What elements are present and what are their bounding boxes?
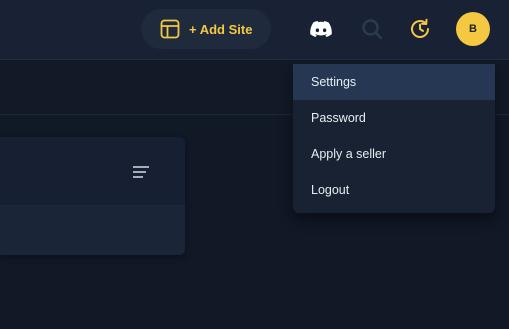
discord-icon[interactable] bbox=[310, 18, 332, 40]
history-icon[interactable] bbox=[408, 17, 432, 41]
card-header bbox=[0, 137, 185, 206]
avatar[interactable]: B bbox=[456, 12, 490, 46]
menu-item-settings[interactable]: Settings bbox=[293, 64, 495, 100]
menu-item-apply-seller[interactable]: Apply a seller bbox=[293, 136, 495, 172]
menu-lines-icon[interactable] bbox=[133, 165, 149, 178]
content-card bbox=[0, 137, 185, 255]
menu-item-logout[interactable]: Logout bbox=[293, 172, 495, 208]
add-site-label: + Add Site bbox=[189, 21, 253, 37]
menu-item-password[interactable]: Password bbox=[293, 100, 495, 136]
avatar-initial: B bbox=[469, 23, 477, 35]
search-icon[interactable] bbox=[361, 18, 383, 40]
add-site-button[interactable]: + Add Site bbox=[141, 9, 271, 49]
card-body bbox=[0, 206, 185, 255]
top-bar: + Add Site B bbox=[0, 0, 509, 60]
layout-icon bbox=[160, 19, 180, 39]
user-dropdown-menu: Settings Password Apply a seller Logout bbox=[293, 64, 495, 213]
